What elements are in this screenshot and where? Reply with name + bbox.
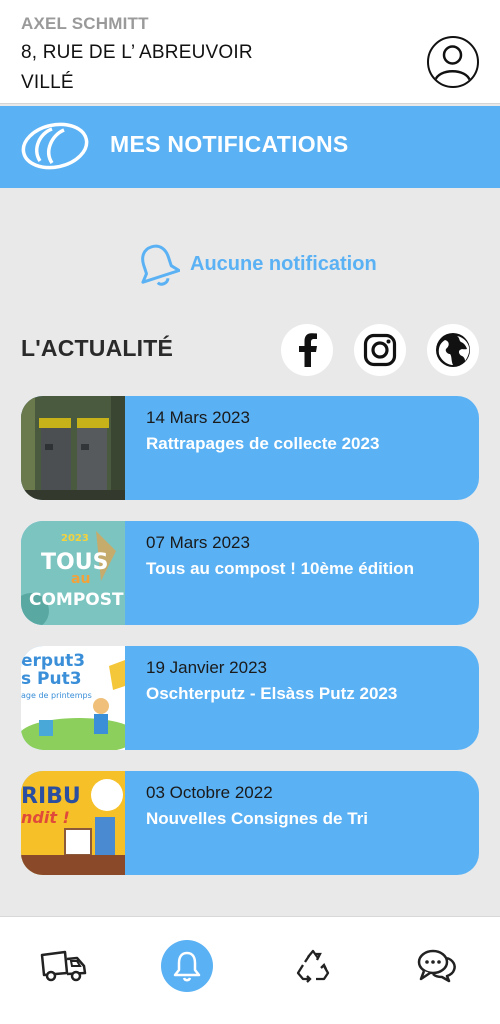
news-card[interactable]: 14 Mars 2023 Rattrapages de collecte 202… — [21, 396, 479, 500]
bell-icon — [141, 244, 180, 286]
website-button[interactable] — [427, 324, 479, 376]
truck-icon — [40, 950, 87, 982]
thumb-text: s Put3 — [21, 669, 82, 689]
news-card[interactable]: erput3 s Put3 age de printemps 19 Janvie… — [21, 646, 479, 750]
thumb-text: COMPOST — [29, 590, 124, 610]
facebook-icon — [299, 333, 317, 367]
address-line-2: VILLÉ — [21, 72, 74, 93]
user-header: AXEL SCHMITT 8, RUE DE L’ ABREUVOIR VILL… — [0, 0, 500, 104]
thumb-text: age de printemps — [21, 691, 92, 700]
user-icon — [433, 45, 472, 82]
thumb-text: erput3 — [21, 651, 85, 671]
nav-collection-button[interactable] — [36, 939, 90, 993]
news-date: 03 Octobre 2022 — [146, 783, 273, 802]
news-card[interactable]: RIBU ndit ! 03 Octobre 2022 Nouvelles Co… — [21, 771, 479, 875]
news-date: 19 Janvier 2023 — [146, 658, 267, 677]
facebook-button[interactable] — [281, 324, 333, 376]
news-thumbnail: 2023 TOUS au COMPOST — [21, 521, 125, 625]
thumb-text: ndit ! — [21, 808, 70, 827]
instagram-icon — [363, 333, 397, 367]
app-logo-icon — [21, 122, 89, 170]
nav-recycling-button[interactable] — [286, 939, 340, 993]
notifications-title: MES NOTIFICATIONS — [110, 131, 349, 157]
address-line-1: 8, RUE DE L’ ABREUVOIR — [21, 42, 253, 63]
thumb-text: RIBU — [21, 784, 81, 809]
news-title: Rattrapages de collecte 2023 — [146, 434, 380, 453]
news-date: 07 Mars 2023 — [146, 533, 250, 552]
thumb-text: au — [71, 571, 90, 587]
empty-notifications-label: Aucune notification — [190, 252, 377, 275]
thumb-text: 2023 — [61, 533, 89, 544]
news-title: Nouvelles Consignes de Tri — [146, 809, 369, 828]
news-thumbnail: RIBU ndit ! — [21, 771, 125, 875]
globe-icon — [436, 333, 470, 367]
account-button[interactable] — [427, 36, 479, 88]
nav-chat-button[interactable] — [410, 939, 464, 993]
empty-notifications: Aucune notification — [134, 240, 377, 288]
news-date: 14 Mars 2023 — [146, 408, 250, 427]
news-thumbnail: erput3 s Put3 age de printemps — [21, 646, 125, 750]
news-title: Tous au compost ! 10ème édition — [146, 559, 414, 578]
news-thumbnail — [21, 396, 125, 500]
bottom-navigation — [0, 916, 500, 1024]
news-title: Oschterputz - Elsàss Putz 2023 — [146, 684, 398, 703]
news-section-title: L'ACTUALITÉ — [21, 335, 174, 361]
instagram-button[interactable] — [354, 324, 406, 376]
news-card[interactable]: 2023 TOUS au COMPOST 07 Mars 2023 Tous a… — [21, 521, 479, 625]
chat-icon — [417, 949, 456, 983]
user-name: AXEL SCHMITT — [21, 14, 149, 33]
bell-icon — [173, 951, 201, 982]
nav-notifications-button[interactable] — [161, 940, 213, 992]
recycle-icon — [296, 949, 330, 983]
